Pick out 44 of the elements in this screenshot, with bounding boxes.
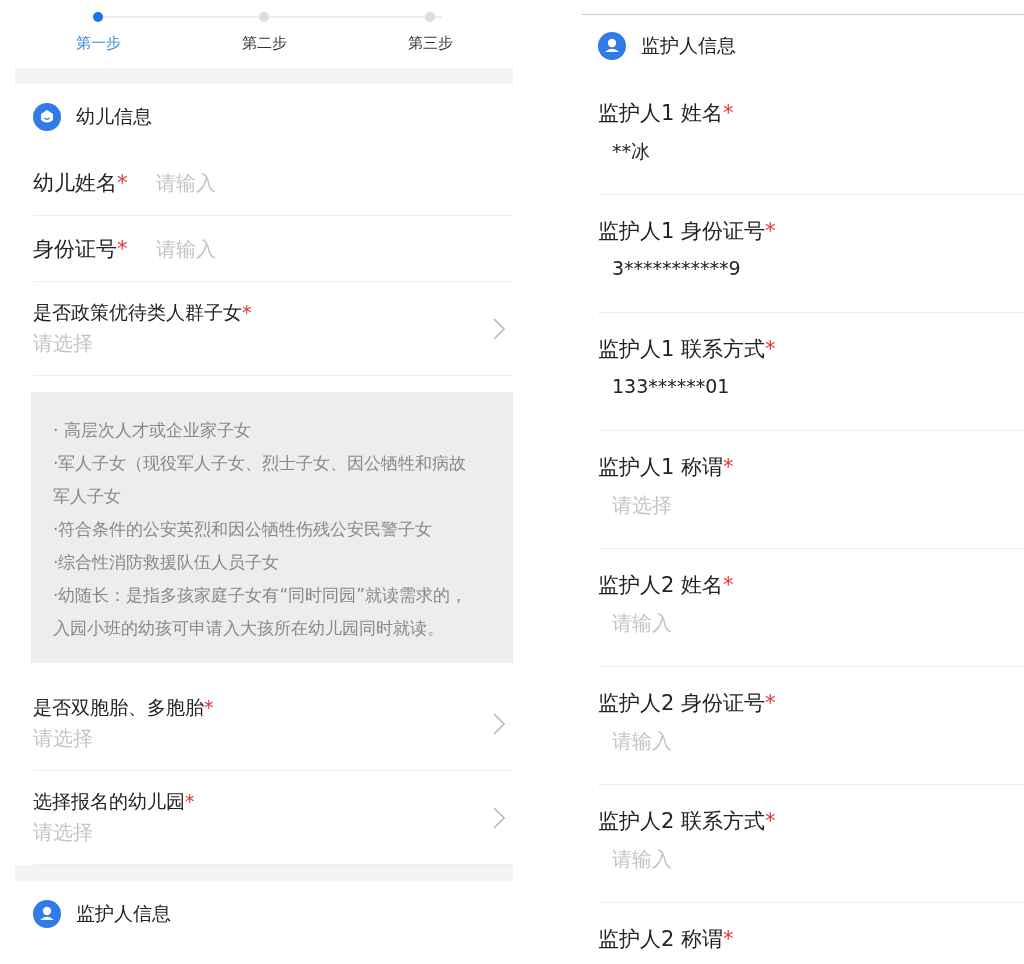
field-value[interactable]: 133******01 <box>612 375 1024 397</box>
field-value[interactable]: 3***********9 <box>612 257 1024 279</box>
placeholder-text: 请选择 <box>33 819 94 846</box>
field-label: 身份证号* <box>33 235 128 263</box>
chevron-right-icon <box>493 806 505 829</box>
field-label: 监护人1 姓名* <box>598 100 735 127</box>
input-field[interactable]: 请选择 <box>612 493 812 517</box>
field-label: 监护人1 称谓* <box>598 454 735 481</box>
field-label: 监护人1 身份证号* <box>598 218 777 245</box>
person-icon <box>33 900 61 928</box>
notice-text: ·幼随长：是指多孩家庭子女有“同时同园”就读需求的，入园小班的幼孩可申请入大孩所在幼儿园同时就读。 <box>53 584 469 640</box>
field-label: 监护人1 联系方式* <box>598 336 777 363</box>
placeholder-text: 请选择 <box>33 330 94 357</box>
field-label: 监护人2 联系方式* <box>598 808 777 835</box>
person-icon <box>598 32 626 60</box>
input-field[interactable]: 请输入 <box>155 236 356 261</box>
field-label: 是否政策优待类人群子女* <box>33 300 252 325</box>
chevron-right-icon <box>493 712 505 735</box>
notice-text: ·综合性消防救援队伍人员子女 <box>53 551 281 574</box>
section-title: 监护人信息 <box>641 33 736 58</box>
step-tab[interactable]: 第二步 <box>241 34 287 53</box>
placeholder-text: 请选择 <box>33 725 94 752</box>
field-label: 监护人2 身份证号* <box>598 690 777 717</box>
field-label: 是否双胞胎、多胞胎* <box>33 695 214 720</box>
child-face-icon <box>33 103 61 131</box>
field-label: 监护人2 称谓* <box>598 926 735 953</box>
input-field[interactable]: 请输入 <box>612 729 812 753</box>
section-title: 监护人信息 <box>76 901 171 926</box>
input-field[interactable]: 请输入 <box>612 847 812 871</box>
input-field[interactable]: 请输入 <box>612 611 812 635</box>
step-tab[interactable]: 第三步 <box>407 34 453 53</box>
notice-text: · 高层次人才或企业家子女 <box>53 419 252 442</box>
input-field[interactable]: 请输入 <box>155 170 356 195</box>
select-field[interactable]: 是否双胞胎、多胞胎* 请选择 <box>33 677 513 771</box>
notice-text: ·符合条件的公安英烈和因公牺牲伤残公安民警子女 <box>53 518 434 541</box>
field-label: 幼儿姓名* <box>33 169 128 197</box>
section-title: 幼儿信息 <box>76 104 152 129</box>
field-label: 选择报名的幼儿园* <box>33 789 195 814</box>
notice-text: ·军人子女（现役军人子女、烈士子女、因公牺牲和病故军人子女 <box>53 452 468 508</box>
select-field[interactable]: 是否政策优待类人群子女* 请选择 <box>33 282 513 376</box>
field-label: 监护人2 姓名* <box>598 572 735 599</box>
field-value[interactable]: **冰 <box>612 139 1024 165</box>
step-tab[interactable]: 第一步 <box>75 34 121 53</box>
chevron-right-icon <box>493 317 505 340</box>
